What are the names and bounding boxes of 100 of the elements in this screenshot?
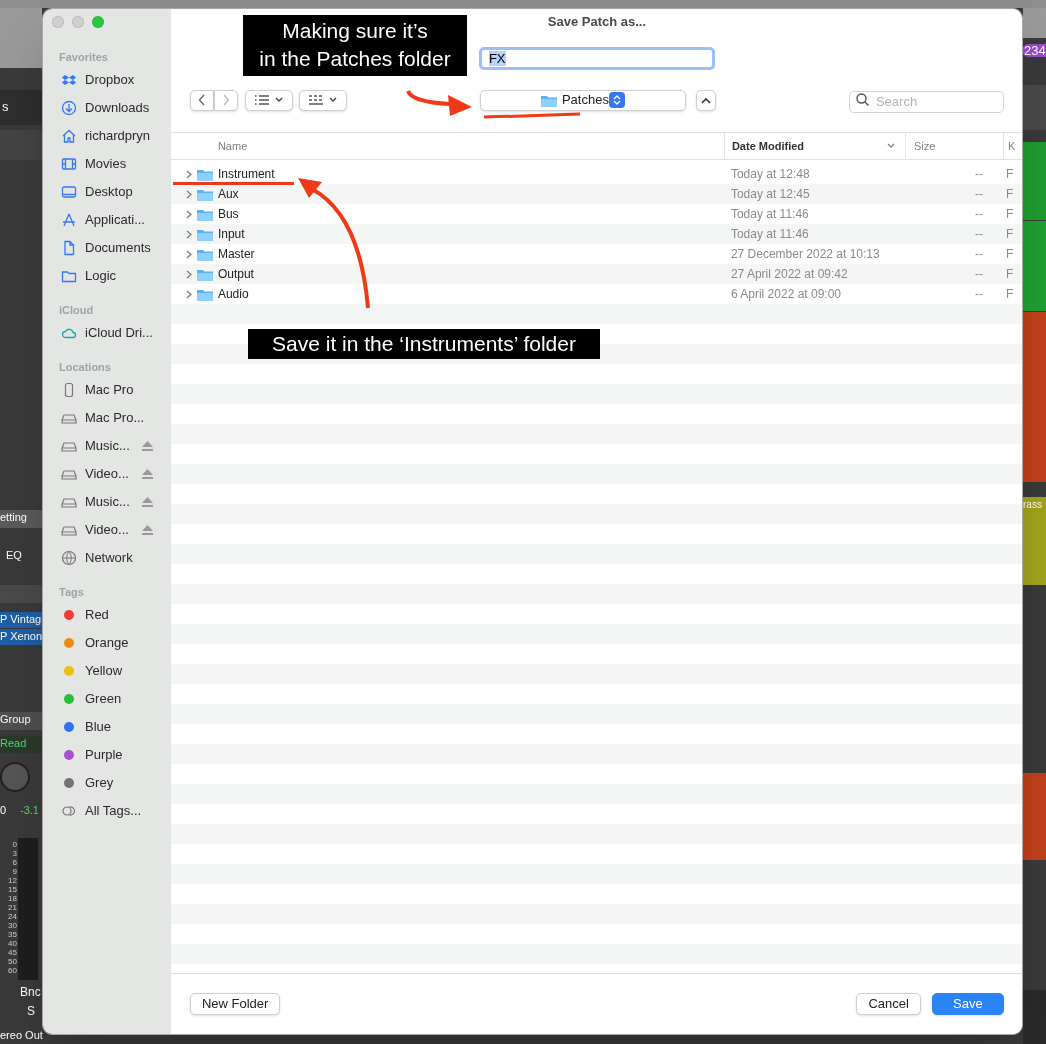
table-cell-text: 6 April 2022 at 09:00: [729, 286, 842, 303]
sidebar-item[interactable]: Network: [43, 544, 171, 572]
table-cell-text: 27 December 2022 at 10:13: [729, 246, 881, 263]
column-header[interactable]: Size: [904, 133, 1003, 159]
sidebar-item[interactable]: Dropbox: [43, 66, 171, 94]
table-cell-text: Today at 12:45: [729, 186, 811, 203]
meter-scale-label: 12: [7, 876, 17, 885]
window-title: Save Patch as...: [547, 13, 647, 32]
sidebar-item[interactable]: Music...: [43, 488, 171, 516]
globe-icon: [61, 550, 77, 566]
sidebar-item[interactable]: Documents: [43, 234, 171, 262]
table-cell-text: F: [1004, 206, 1015, 223]
meter-scale-label: 21: [7, 903, 17, 912]
stepper-icon: [608, 92, 625, 108]
background-panel: [0, 130, 42, 160]
grid-icon: [308, 94, 323, 106]
display-icon: [61, 184, 77, 200]
sidebar-item[interactable]: All Tags...: [43, 797, 171, 825]
table-cell-text: F: [1004, 166, 1015, 183]
annotation-label: Save it in the ‘Instruments’ folder: [248, 329, 600, 359]
file-name[interactable]: Audio: [217, 285, 249, 303]
background-label: s: [2, 100, 9, 113]
table-cell-text: --: [973, 286, 984, 303]
chevron-right-icon: [221, 94, 230, 106]
window-control[interactable]: [72, 16, 84, 28]
sidebar-item[interactable]: Downloads: [43, 94, 171, 122]
list-icon: [254, 95, 269, 105]
file-name[interactable]: Aux: [217, 185, 239, 203]
sidebar-item[interactable]: Mac Pro...: [43, 404, 171, 432]
column-header[interactable]: Date Modified: [723, 133, 905, 159]
up-button[interactable]: [695, 89, 716, 111]
file-name[interactable]: Input: [217, 225, 245, 243]
chevron-up-icon: [700, 96, 711, 104]
chevron-left-icon: [197, 94, 206, 106]
document-icon: [61, 240, 77, 256]
sidebar-item[interactable]: Desktop: [43, 178, 171, 206]
dialog-button[interactable]: Cancel: [856, 993, 921, 1015]
table-cell-text: --: [973, 266, 984, 283]
background-label: P Xenon: [0, 629, 42, 645]
arrow-drawing: [406, 89, 472, 116]
table-cell-text: F: [1004, 186, 1015, 203]
window-control[interactable]: [52, 16, 64, 28]
folder-icon: [196, 167, 213, 181]
meter-scale-label: 35: [7, 930, 17, 939]
list-view-button[interactable]: [244, 89, 293, 111]
table-cell-text: Today at 11:46: [729, 226, 810, 243]
sidebar-item[interactable]: Video...: [43, 460, 171, 488]
sidebar-item[interactable]: Yellow: [43, 657, 171, 685]
background-panel: [0, 8, 42, 68]
file-name[interactable]: Master: [217, 245, 255, 263]
background-panel: [0, 90, 42, 125]
sidebar-item[interactable]: Purple: [43, 741, 171, 769]
sidebar-item[interactable]: Green: [43, 685, 171, 713]
meter-scale-label: 18: [7, 894, 17, 903]
sidebar-item[interactable]: Video...: [43, 516, 171, 544]
forward-button[interactable]: [213, 89, 238, 111]
sidebar-item[interactable]: Blue: [43, 713, 171, 741]
sidebar-item[interactable]: Movies: [43, 150, 171, 178]
grid-view-button[interactable]: [298, 89, 347, 111]
table-cell-text: F: [1004, 266, 1015, 283]
back-button[interactable]: [189, 89, 214, 111]
background-panel: [0, 736, 42, 753]
track-region: [1023, 8, 1046, 38]
compass-icon: [61, 212, 77, 228]
download-icon: [61, 100, 77, 116]
background-label: Bnc: [20, 986, 41, 998]
section-header: iCloud: [58, 303, 95, 318]
section-header: Locations: [58, 360, 112, 375]
meter-scale-label: 60: [7, 966, 17, 975]
home-icon: [61, 128, 77, 144]
sidebar-item[interactable]: richardpryn: [43, 122, 171, 150]
folder-icon: [61, 268, 77, 284]
sidebar-item[interactable]: iCloud Dri...: [43, 319, 171, 347]
file-name[interactable]: Bus: [217, 205, 239, 223]
sidebar-item[interactable]: Mac Pro: [43, 376, 171, 404]
background-label: 234: [1022, 44, 1046, 57]
folder-icon: [196, 227, 213, 241]
folder-icon: [196, 187, 213, 201]
folder-icon: [540, 93, 557, 107]
sidebar-item[interactable]: Grey: [43, 769, 171, 797]
table-cell-text: --: [973, 246, 984, 263]
sidebar-item[interactable]: Logic: [43, 262, 171, 290]
dialog-button[interactable]: Save: [931, 993, 1004, 1015]
table-cell-text: --: [973, 206, 984, 223]
folder-icon: [196, 247, 213, 261]
file-name[interactable]: Output: [217, 265, 254, 283]
name-field[interactable]: FX: [478, 47, 715, 70]
dialog-button[interactable]: New Folder: [189, 993, 281, 1015]
sidebar-item[interactable]: Music...: [43, 432, 171, 460]
sidebar-item[interactable]: Orange: [43, 629, 171, 657]
location-popup[interactable]: Patches: [479, 89, 686, 111]
column-header[interactable]: Name: [170, 133, 724, 159]
knob[interactable]: [0, 762, 30, 792]
file-name[interactable]: Instrument: [217, 165, 275, 183]
sidebar-item[interactable]: Applicati...: [43, 206, 171, 234]
sidebar-item[interactable]: Red: [43, 601, 171, 629]
column-header[interactable]: K: [1002, 133, 1022, 159]
track-region: [1023, 990, 1046, 1044]
search-field[interactable]: Search: [848, 90, 1004, 113]
window-control[interactable]: [92, 16, 104, 28]
